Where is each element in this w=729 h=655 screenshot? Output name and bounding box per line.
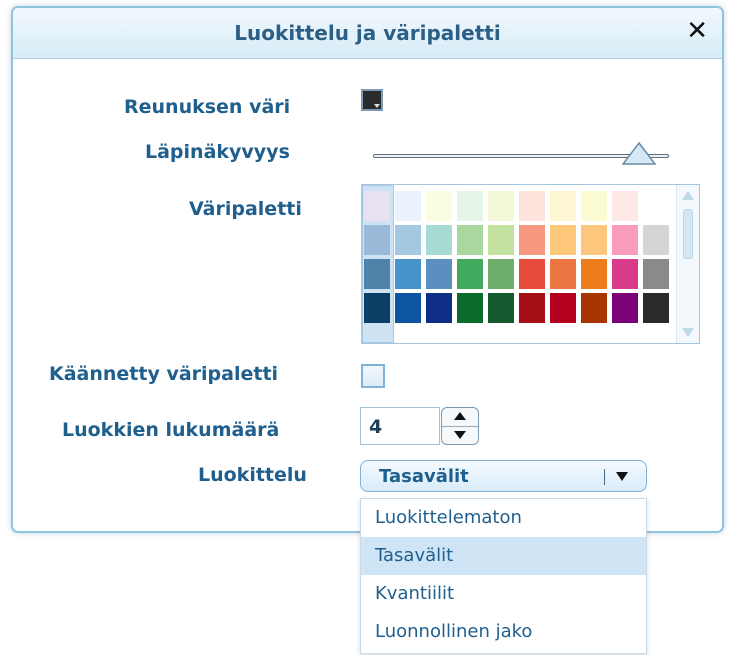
palette-swatch[interactable]: [519, 225, 545, 255]
palette-swatch[interactable]: [550, 191, 576, 221]
palette-swatch[interactable]: [643, 225, 669, 255]
reversed-palette-checkbox[interactable]: [361, 364, 385, 388]
palette-swatch[interactable]: [612, 225, 638, 255]
chevron-down-icon: [454, 431, 466, 439]
palette-row: [364, 225, 674, 255]
palette-swatch[interactable]: [457, 225, 483, 255]
palette-scrollbar[interactable]: [676, 185, 699, 343]
class-count-label: Luokkien lukumäärä: [62, 419, 280, 441]
palette-swatch[interactable]: [488, 259, 514, 289]
close-icon[interactable]: ✕: [686, 16, 708, 46]
scroll-down-icon[interactable]: [682, 328, 694, 337]
palette-swatch[interactable]: [364, 259, 390, 289]
dropdown-option[interactable]: Kvantiilit: [361, 575, 646, 613]
palette-swatch[interactable]: [643, 191, 669, 221]
palette-swatch[interactable]: [395, 259, 421, 289]
palette-swatch[interactable]: [457, 259, 483, 289]
palette-swatch[interactable]: [395, 191, 421, 221]
class-count-input[interactable]: 4: [360, 407, 440, 445]
border-color-label: Reunuksen väri: [124, 96, 291, 118]
palette-swatch[interactable]: [581, 293, 607, 323]
palette-swatch[interactable]: [612, 293, 638, 323]
palette-row: [364, 293, 674, 323]
increment-button[interactable]: [442, 408, 478, 427]
palette-swatch[interactable]: [364, 191, 390, 221]
palette-row: [364, 259, 674, 289]
palette-swatch[interactable]: [581, 191, 607, 221]
palette-swatch[interactable]: [643, 259, 669, 289]
palette-swatch[interactable]: [550, 225, 576, 255]
palette-swatch[interactable]: [519, 293, 545, 323]
border-color-picker[interactable]: [361, 89, 383, 111]
palette-swatch[interactable]: [550, 259, 576, 289]
dropdown-option[interactable]: Luonnollinen jako: [361, 613, 646, 651]
palette-swatch[interactable]: [488, 191, 514, 221]
palette-swatch[interactable]: [426, 191, 452, 221]
palette-swatch[interactable]: [395, 225, 421, 255]
decrement-button[interactable]: [442, 426, 478, 444]
palette-swatch[interactable]: [581, 225, 607, 255]
palette-swatch[interactable]: [364, 293, 390, 323]
palette-swatch[interactable]: [550, 293, 576, 323]
palette-swatch[interactable]: [457, 293, 483, 323]
palette-row: [364, 191, 674, 221]
palette-swatch[interactable]: [457, 191, 483, 221]
dialog-title-bar[interactable]: Luokittelu ja väripaletti ✕: [13, 8, 722, 59]
dialog-title: Luokittelu ja väripaletti: [234, 21, 501, 45]
palette-swatch[interactable]: [643, 293, 669, 323]
opacity-label: Läpinäkyvyys: [145, 141, 290, 163]
scrollbar-thumb[interactable]: [683, 209, 693, 259]
color-palette-list[interactable]: [361, 184, 700, 344]
dropdown-arrow-icon: [374, 104, 380, 108]
palette-swatch[interactable]: [581, 259, 607, 289]
palette-swatch[interactable]: [612, 259, 638, 289]
palette-swatch[interactable]: [488, 225, 514, 255]
palette-swatch[interactable]: [612, 191, 638, 221]
palette-swatch[interactable]: [519, 191, 545, 221]
classification-dropdown: Luokittelematon Tasavälit Kvantiilit Luo…: [360, 498, 647, 654]
classification-selected-value: Tasavälit: [379, 466, 469, 487]
dropdown-option[interactable]: Luokittelematon: [361, 499, 646, 537]
class-count-stepper[interactable]: [441, 407, 479, 445]
classification-label: Luokittelu: [198, 464, 307, 486]
palette-swatch[interactable]: [519, 259, 545, 289]
palette-swatch[interactable]: [395, 293, 421, 323]
scroll-up-icon[interactable]: [682, 191, 694, 200]
palette-label: Väripaletti: [189, 198, 302, 220]
dropdown-option-selected[interactable]: Tasavälit: [361, 537, 646, 575]
reversed-palette-label: Käännetty väripaletti: [49, 363, 279, 385]
palette-swatch[interactable]: [426, 225, 452, 255]
select-divider: [604, 469, 605, 485]
classification-select[interactable]: Tasavälit: [360, 460, 647, 492]
palette-grid: [364, 191, 674, 327]
palette-swatch[interactable]: [364, 225, 390, 255]
palette-swatch[interactable]: [426, 293, 452, 323]
chevron-up-icon: [454, 412, 466, 420]
palette-swatch[interactable]: [488, 293, 514, 323]
chevron-down-icon[interactable]: [616, 472, 628, 481]
palette-swatch[interactable]: [426, 259, 452, 289]
opacity-slider-thumb[interactable]: [622, 142, 656, 166]
